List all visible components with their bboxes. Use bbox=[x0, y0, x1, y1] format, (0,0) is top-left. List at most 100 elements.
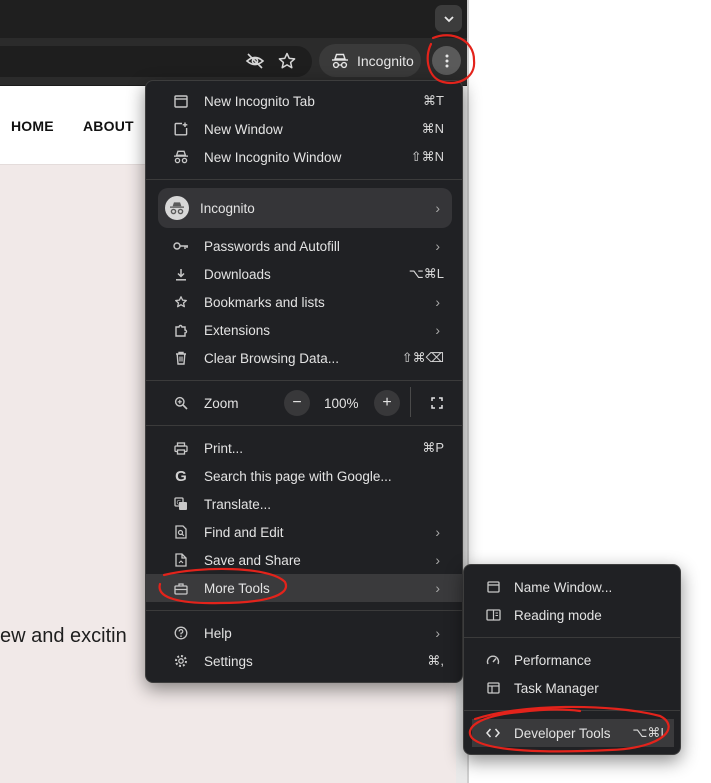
incognito-chip-label: Incognito bbox=[357, 52, 414, 69]
menu-separator bbox=[146, 610, 462, 611]
chevron-right-icon: › bbox=[435, 552, 440, 568]
bookmark-star-icon[interactable] bbox=[276, 50, 298, 72]
menu-item-profile-incognito[interactable]: Incognito › bbox=[158, 188, 452, 228]
menu-item-new-incognito-window[interactable]: New Incognito Window ⇧⌘N bbox=[158, 143, 452, 171]
more-tools-submenu: Name Window... Reading mode Performance … bbox=[463, 564, 681, 755]
chevron-right-icon: › bbox=[435, 238, 440, 254]
submenu-item-label: Task Manager bbox=[514, 680, 599, 696]
zoom-in-button[interactable]: + bbox=[374, 390, 400, 416]
menu-item-label: Search this page with Google... bbox=[204, 468, 392, 484]
incognito-chip[interactable]: Incognito bbox=[319, 44, 421, 77]
menu-item-save-and-share[interactable]: Save and Share › bbox=[158, 546, 452, 574]
window-icon bbox=[484, 578, 502, 596]
menu-item-label: Settings bbox=[204, 653, 253, 669]
chevron-right-icon: › bbox=[435, 625, 440, 641]
menu-item-shortcut: ⌥⌘L bbox=[408, 266, 444, 281]
incognito-icon bbox=[332, 53, 348, 68]
chrome-menu-button[interactable] bbox=[432, 46, 461, 75]
chevron-right-icon: › bbox=[435, 322, 440, 338]
menu-item-extensions[interactable]: Extensions › bbox=[158, 316, 452, 344]
zoom-out-button[interactable]: − bbox=[284, 390, 310, 416]
menu-separator bbox=[146, 380, 462, 381]
menu-item-shortcut: ⌘, bbox=[427, 653, 444, 668]
menu-item-new-incognito-tab[interactable]: New Incognito Tab ⌘T bbox=[158, 87, 452, 115]
tab-strip bbox=[0, 0, 468, 38]
incognito-icon bbox=[172, 148, 190, 166]
menu-item-label: Incognito bbox=[200, 200, 255, 216]
zoom-icon bbox=[172, 394, 190, 412]
nav-link-home[interactable]: HOME bbox=[11, 118, 54, 134]
chevron-right-icon: › bbox=[435, 294, 440, 310]
key-icon bbox=[172, 237, 190, 255]
menu-separator bbox=[146, 425, 462, 426]
menu-item-shortcut: ⌘P bbox=[422, 440, 444, 455]
menu-item-downloads[interactable]: Downloads ⌥⌘L bbox=[158, 260, 452, 288]
submenu-item-reading-mode[interactable]: Reading mode bbox=[472, 601, 674, 629]
fullscreen-icon[interactable] bbox=[424, 390, 450, 416]
submenu-item-task-manager[interactable]: Task Manager bbox=[472, 674, 674, 702]
submenu-item-label: Reading mode bbox=[514, 607, 602, 623]
zoom-divider bbox=[410, 387, 411, 417]
help-icon bbox=[172, 624, 190, 642]
menu-item-more-tools[interactable]: More Tools › bbox=[146, 574, 464, 602]
submenu-item-name-window[interactable]: Name Window... bbox=[472, 573, 674, 601]
eye-off-icon[interactable] bbox=[244, 50, 266, 72]
menu-item-search-with-google[interactable]: G Search this page with Google... bbox=[158, 462, 452, 490]
page-body-text: ew and excitin bbox=[0, 625, 127, 647]
code-icon bbox=[484, 724, 502, 742]
find-icon bbox=[172, 523, 190, 541]
print-icon bbox=[172, 439, 190, 457]
chrome-main-menu: New Incognito Tab ⌘T New Window ⌘N New I… bbox=[145, 80, 464, 683]
menu-item-settings[interactable]: Settings ⌘, bbox=[158, 647, 452, 675]
menu-separator bbox=[146, 179, 462, 180]
menu-item-find-and-edit[interactable]: Find and Edit › bbox=[158, 518, 452, 546]
submenu-item-developer-tools[interactable]: Developer Tools ⌥⌘I bbox=[472, 719, 674, 747]
menu-item-shortcut: ⇧⌘⌫ bbox=[401, 350, 444, 365]
chevron-right-icon: › bbox=[435, 200, 440, 216]
menu-item-label: Passwords and Autofill bbox=[204, 238, 340, 254]
menu-item-label: New Incognito Window bbox=[204, 149, 342, 165]
menu-item-bookmarks[interactable]: Bookmarks and lists › bbox=[158, 288, 452, 316]
menu-item-clear-browsing-data[interactable]: Clear Browsing Data... ⇧⌘⌫ bbox=[158, 344, 452, 372]
menu-item-translate[interactable]: G Translate... bbox=[158, 490, 452, 518]
task-manager-icon bbox=[484, 679, 502, 697]
submenu-item-label: Name Window... bbox=[514, 579, 613, 595]
chevron-right-icon: › bbox=[435, 580, 440, 596]
submenu-item-label: Developer Tools bbox=[514, 725, 611, 741]
menu-item-shortcut: ⌘N bbox=[421, 121, 444, 136]
menu-item-new-window[interactable]: New Window ⌘N bbox=[158, 115, 452, 143]
menu-item-label: Find and Edit bbox=[204, 524, 284, 540]
incognito-avatar-icon bbox=[165, 196, 189, 220]
more-vertical-icon bbox=[445, 54, 448, 67]
menu-item-label: Clear Browsing Data... bbox=[204, 350, 340, 366]
gauge-icon bbox=[484, 651, 502, 669]
menu-item-shortcut: ⌘T bbox=[423, 93, 444, 108]
new-tab-icon bbox=[172, 92, 190, 110]
toolbox-icon bbox=[172, 579, 190, 597]
svg-text:G: G bbox=[177, 500, 182, 507]
submenu-item-label: Performance bbox=[514, 652, 592, 668]
submenu-item-shortcut: ⌥⌘I bbox=[632, 725, 664, 740]
menu-item-label: More Tools bbox=[204, 580, 270, 596]
menu-item-passwords[interactable]: Passwords and Autofill › bbox=[158, 232, 452, 260]
menu-item-help[interactable]: Help › bbox=[158, 619, 452, 647]
menu-item-label: Save and Share bbox=[204, 552, 301, 568]
menu-item-label: New Incognito Tab bbox=[204, 93, 315, 109]
submenu-item-performance[interactable]: Performance bbox=[472, 646, 674, 674]
menu-item-label: Print... bbox=[204, 440, 244, 456]
google-icon: G bbox=[175, 467, 187, 485]
puzzle-icon bbox=[172, 321, 190, 339]
chevron-down-icon bbox=[443, 15, 454, 22]
menu-item-shortcut: ⇧⌘N bbox=[410, 149, 444, 164]
menu-item-print[interactable]: Print... ⌘P bbox=[158, 434, 452, 462]
tab-search-button[interactable] bbox=[435, 5, 462, 32]
menu-item-label: Downloads bbox=[204, 266, 271, 282]
download-icon bbox=[172, 265, 190, 283]
submenu-separator bbox=[464, 637, 680, 638]
zoom-label: Zoom bbox=[204, 395, 239, 411]
settings-icon bbox=[172, 652, 190, 670]
new-window-icon bbox=[172, 120, 190, 138]
screenshot-stage: HOME ABOUT ew and excitin Incognito New … bbox=[0, 0, 711, 783]
nav-link-about[interactable]: ABOUT bbox=[83, 118, 134, 134]
menu-item-label: Bookmarks and lists bbox=[204, 294, 325, 310]
